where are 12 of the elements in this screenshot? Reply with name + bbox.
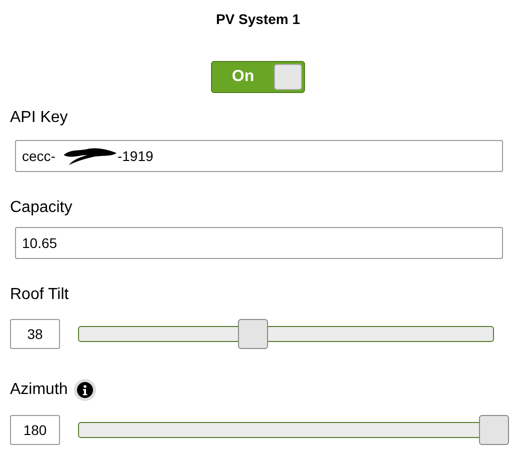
panel-title: PV System 1 — [216, 10, 300, 28]
api-key-field[interactable]: cecc- -1919 — [15, 140, 503, 172]
field-label: API Key — [10, 108, 68, 128]
slider-thumb[interactable] — [238, 319, 268, 349]
slider-thumb[interactable] — [479, 415, 509, 445]
info-icon[interactable] — [74, 379, 96, 401]
field-label: Capacity — [10, 198, 72, 218]
capacity-field[interactable]: 10.65 — [15, 227, 503, 259]
field-label: Roof Tilt — [10, 285, 69, 305]
value-field[interactable]: 180 — [10, 415, 60, 445]
field-label: Azimuth — [10, 380, 68, 400]
value-field[interactable]: 38 — [10, 319, 60, 349]
